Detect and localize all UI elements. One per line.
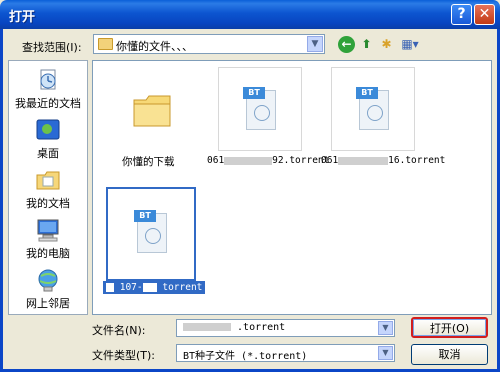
file-thumbnail: BT: [106, 187, 196, 281]
desktop-icon: [36, 119, 60, 140]
file-list-view: 你懂的下载 BT 061 92.torrent BT 061 16.torrent …: [92, 60, 492, 315]
chevron-down-icon[interactable]: ▼: [307, 36, 323, 52]
lookin-label: 查找范围(I):: [22, 41, 82, 54]
bt-tag: BT: [243, 87, 265, 99]
my-documents-icon: [36, 171, 60, 190]
place-label: 桌面: [37, 147, 59, 160]
place-desktop[interactable]: 桌面: [9, 117, 87, 161]
globe-icon: [367, 105, 383, 121]
filename-value: .torrent: [183, 322, 285, 333]
file-name: 061 92.torrent: [207, 155, 329, 166]
place-my-documents[interactable]: 我的文档: [9, 167, 87, 211]
file-name-suffix: torrent: [162, 282, 203, 293]
file-name-prefix: 061: [321, 155, 339, 166]
torrent-file-icon: BT: [243, 87, 276, 130]
places-bar: 我最近的文档 桌面 我的文档 我的电脑 网上邻居: [8, 60, 88, 315]
help-button[interactable]: ?: [451, 4, 472, 25]
file-name: 107- torrent: [103, 281, 206, 294]
file-name: 061 16.torrent: [321, 155, 445, 166]
torrent-file-icon: BT: [134, 210, 167, 253]
folder-icon: [98, 38, 113, 50]
chevron-down-icon[interactable]: ▼: [378, 346, 393, 360]
place-label: 我最近的文档: [15, 97, 81, 110]
network-places-icon: [38, 269, 58, 292]
place-recent[interactable]: 我最近的文档: [9, 67, 87, 111]
filename-input[interactable]: .torrent ▼: [176, 319, 395, 337]
redacted-text: [338, 156, 389, 165]
place-network[interactable]: 网上邻居: [9, 267, 87, 311]
chevron-down-icon[interactable]: ▼: [378, 321, 393, 335]
up-folder-button[interactable]: ⬆: [358, 36, 375, 53]
folder-icon: [133, 95, 171, 127]
file-thumbnail: BT: [218, 67, 302, 151]
lookin-value: 你懂的文件、、、: [116, 40, 193, 53]
close-icon: ✕: [478, 6, 491, 22]
file-name-prefix: 107-: [119, 282, 143, 293]
file-name: 你懂的下载: [122, 156, 175, 168]
place-my-computer[interactable]: 我的电脑: [9, 217, 87, 261]
help-icon: ?: [457, 6, 466, 22]
file-name-suffix: 16.torrent: [388, 155, 446, 166]
lookin-dropdown[interactable]: 你懂的文件、、、 ▼: [93, 34, 325, 54]
bt-tag: BT: [356, 87, 378, 99]
filename-text: .torrent: [237, 322, 286, 333]
bt-tag: BT: [134, 210, 156, 222]
close-button[interactable]: ✕: [474, 4, 495, 25]
new-folder-button[interactable]: ✱: [378, 36, 395, 53]
redacted-text: [224, 156, 273, 165]
window-title: 打开: [9, 10, 36, 25]
filetype-value: BT种子文件 (*.torrent): [183, 351, 308, 362]
my-computer-icon: [37, 219, 59, 242]
redacted-text: [183, 323, 231, 331]
open-button[interactable]: 打开(O): [411, 317, 488, 338]
place-label: 我的电脑: [26, 247, 70, 260]
redacted-text: [142, 283, 157, 292]
file-thumbnail: BT: [331, 67, 415, 151]
filetype-select[interactable]: BT种子文件 (*.torrent) ▼: [176, 344, 395, 362]
torrent-file-icon: BT: [356, 87, 389, 130]
back-button[interactable]: ←: [338, 36, 355, 53]
filetype-label: 文件类型(T):: [92, 349, 156, 362]
filename-label: 文件名(N):: [92, 324, 146, 337]
redacted-text: [106, 283, 114, 292]
globe-icon: [145, 228, 161, 244]
place-label: 我的文档: [26, 197, 70, 210]
title-bar: 打开 ? ✕: [0, 0, 500, 29]
view-menu-button[interactable]: ▦▾: [399, 36, 421, 53]
file-name-prefix: 061: [207, 155, 225, 166]
cancel-button[interactable]: 取消: [411, 344, 488, 365]
place-label: 网上邻居: [26, 297, 70, 310]
globe-icon: [254, 105, 270, 121]
file-thumbnail: [109, 67, 193, 151]
recent-documents-icon: [40, 69, 56, 90]
